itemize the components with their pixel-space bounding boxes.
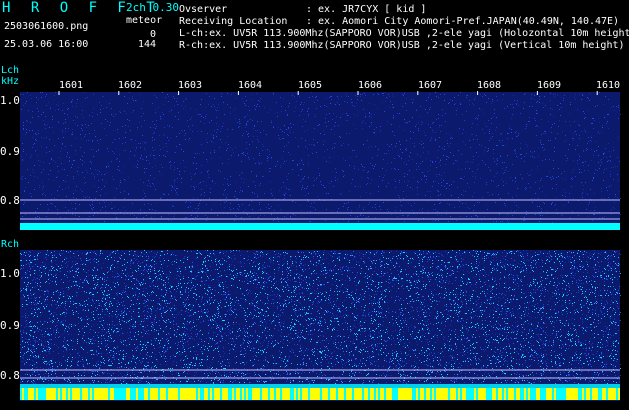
time-tick-label: 1608 — [477, 81, 501, 91]
lch-label: Lch — [1, 66, 19, 76]
lch-spectrogram — [20, 92, 620, 230]
rch-label: Rch — [1, 240, 19, 250]
time-tick-label: 1606 — [358, 81, 382, 91]
time-tick-label: 1603 — [178, 81, 202, 91]
lch-baseline-band — [20, 223, 620, 230]
time-tick-label: 1609 — [537, 81, 561, 91]
rch-baseline-band — [20, 384, 620, 388]
spectrogram-canvas — [0, 0, 629, 410]
rch-marker-band — [20, 388, 620, 400]
lch-ytick: 0.8 — [0, 195, 20, 206]
time-tick-label: 1607 — [418, 81, 442, 91]
time-tick-label: 1605 — [298, 81, 322, 91]
rch-ytick: 1.0 — [0, 268, 20, 279]
time-tick-label: 1601 — [59, 81, 83, 91]
rch-ytick: 0.9 — [0, 320, 20, 331]
time-tick-label: 1604 — [238, 81, 262, 91]
rch-ytick: 0.8 — [0, 370, 20, 381]
time-tick-label: 1602 — [118, 81, 142, 91]
khz-unit-label: kHz — [1, 77, 19, 87]
lch-ytick: 0.9 — [0, 146, 20, 157]
time-tick-label: 1610 — [596, 81, 620, 91]
lch-ytick: 1.0 — [0, 95, 20, 106]
